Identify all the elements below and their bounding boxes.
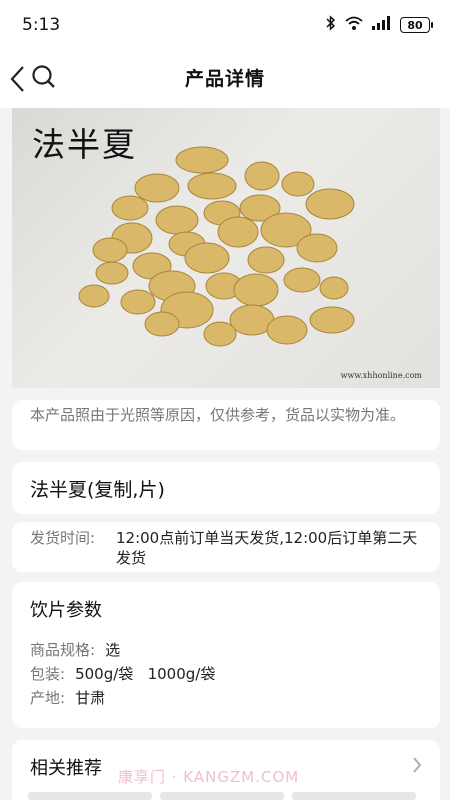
- shipping-value: 12:00点前订单当天发货,12:00后订单第二天发货: [116, 529, 418, 567]
- page-title: 产品详情: [184, 68, 265, 90]
- battery-indicator: 80: [400, 17, 433, 33]
- nav-bar: 产品详情: [0, 50, 450, 108]
- params-title: 饮片参数: [30, 600, 102, 621]
- image-watermark: www.xhhonline.com: [340, 371, 422, 380]
- chevron-right-icon[interactable]: [412, 755, 422, 779]
- status-time: 5:13: [22, 15, 61, 35]
- wifi-icon: [344, 16, 364, 35]
- recommend-thumb[interactable]: [292, 792, 416, 800]
- site-watermark: 康享门 · KANGZM.COM: [118, 768, 300, 786]
- signal-icon: [372, 16, 392, 34]
- param-label: 产地:: [30, 689, 66, 707]
- param-row-packaging: 包装: 500g/袋 1000g/袋: [30, 662, 422, 686]
- param-row-spec: 商品规格: 选: [30, 638, 422, 662]
- product-name-card: 法半夏(复制,片): [12, 462, 440, 514]
- param-row-origin: 产地: 甘肃: [30, 686, 422, 710]
- params-card: 饮片参数 商品规格: 选 包装: 500g/袋 1000g/袋 产地: 甘肃: [12, 582, 440, 728]
- notice-text: 本产品照由于光照等原因，仅供参考，货品以实物为准。: [30, 406, 406, 424]
- recommend-thumbnails: [28, 792, 416, 800]
- product-name: 法半夏(复制,片): [30, 478, 165, 501]
- param-label: 商品规格:: [30, 641, 96, 659]
- bluetooth-icon: [326, 15, 336, 35]
- product-image[interactable]: 法半夏 www.xhhonline.com: [12, 108, 440, 388]
- recommend-title: 相关推荐: [30, 758, 102, 779]
- herb-slices-illustration: [78, 146, 355, 347]
- status-icons: 80: [326, 15, 433, 35]
- recommend-thumb[interactable]: [160, 792, 284, 800]
- param-value: 甘肃: [75, 689, 106, 707]
- param-label: 包装:: [30, 665, 66, 683]
- shipping-card: 发货时间: 12:00点前订单当天发货,12:00后订单第二天发货: [12, 522, 440, 572]
- param-value[interactable]: 选: [105, 638, 120, 662]
- recommend-thumb[interactable]: [28, 792, 152, 800]
- shipping-label: 发货时间:: [30, 529, 96, 547]
- status-bar: 5:13 80: [0, 0, 450, 50]
- param-value: 500g/袋 1000g/袋: [75, 665, 216, 683]
- notice-card: 本产品照由于光照等原因，仅供参考，货品以实物为准。: [12, 400, 440, 450]
